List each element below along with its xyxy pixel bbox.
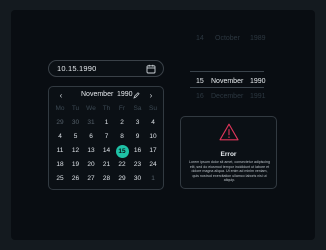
calendar-day[interactable]: 22: [115, 159, 129, 171]
calendar-day[interactable]: 1: [100, 117, 114, 129]
error-card: Error Lorem ipsum dolor sit amet, consec…: [180, 116, 277, 189]
calendar-day[interactable]: 12: [69, 145, 83, 157]
wheel-divider-top: [190, 71, 264, 72]
weekday-label: Sa: [133, 105, 142, 112]
pencil-icon[interactable]: [133, 91, 140, 99]
month-title[interactable]: November: [81, 91, 113, 98]
calendar-day[interactable]: 24: [146, 159, 160, 171]
calendar-day[interactable]: 4: [146, 117, 160, 129]
error-message: Lorem ipsum dolor sit amet, consectetur …: [189, 160, 270, 183]
calendar-day[interactable]: 6: [84, 131, 98, 143]
calendar-day[interactable]: 17: [146, 145, 160, 157]
weekday-label: Tu: [71, 105, 80, 112]
date-wheel-picker[interactable]: 14 October 1989 15 November 1990 16 Dece…: [190, 34, 270, 102]
calendar-day[interactable]: 27: [84, 173, 98, 185]
calendar-day[interactable]: 23: [131, 159, 145, 171]
next-month-button[interactable]: ›: [146, 90, 156, 101]
calendar-day[interactable]: 30: [131, 173, 145, 185]
calendar-day[interactable]: 30: [69, 117, 83, 129]
wheel-year: 1990: [250, 78, 266, 85]
calendar-day[interactable]: 5: [69, 131, 83, 143]
calendar-icon[interactable]: [146, 64, 156, 74]
year-title[interactable]: 1990: [117, 91, 133, 98]
calendar-day[interactable]: 29: [115, 173, 129, 185]
wheel-row-next[interactable]: 16 December 1991: [190, 92, 270, 102]
calendar-header: ‹ November 1990 ›: [49, 90, 163, 102]
wheel-row-prev[interactable]: 14 October 1989: [190, 34, 270, 44]
weekday-label: Mo: [55, 105, 65, 112]
weekday-label: We: [86, 105, 96, 112]
wheel-year: 1989: [250, 35, 266, 42]
calendar-day[interactable]: 3: [131, 117, 145, 129]
prev-month-button[interactable]: ‹: [56, 90, 66, 101]
calendar-day[interactable]: 11: [53, 145, 67, 157]
wheel-month: November: [211, 78, 244, 85]
calendar-day[interactable]: 26: [69, 173, 83, 185]
calendar-day[interactable]: 4: [53, 131, 67, 143]
wheel-year: 1991: [250, 93, 266, 100]
calendar-day[interactable]: 29: [53, 117, 67, 129]
calendar-day[interactable]: 21: [100, 159, 114, 171]
error-title: Error: [220, 151, 237, 158]
calendar-day-selected[interactable]: 15: [115, 145, 129, 158]
calendar-popup: ‹ November 1990 › Mo Tu We Th Fr Sa Su 29 30 31 1 2…: [48, 86, 164, 190]
calendar-day[interactable]: 2: [115, 117, 129, 129]
calendar-day[interactable]: 28: [100, 173, 114, 185]
calendar-day[interactable]: 8: [115, 131, 129, 143]
wheel-day: 15: [196, 78, 204, 85]
weekday-label: Th: [102, 105, 111, 112]
wheel-day: 16: [196, 93, 204, 100]
calendar-day[interactable]: 13: [84, 145, 98, 157]
calendar-day[interactable]: 14: [100, 145, 114, 157]
calendar-day[interactable]: 10: [146, 131, 160, 143]
calendar-day[interactable]: 16: [131, 145, 145, 157]
calendar-day[interactable]: 25: [53, 173, 67, 185]
wheel-day: 14: [196, 35, 204, 42]
wheel-row-selected[interactable]: 15 November 1990: [190, 77, 270, 87]
calendar-day[interactable]: 31: [84, 117, 98, 129]
date-field[interactable]: 10.15.1990: [48, 60, 164, 77]
calendar-day[interactable]: 18: [53, 159, 67, 171]
wheel-month: December: [211, 93, 244, 100]
calendar-day[interactable]: 19: [69, 159, 83, 171]
wheel-month: October: [215, 35, 240, 42]
calendar-day[interactable]: 1: [146, 173, 160, 185]
weekday-label: Su: [149, 105, 157, 112]
calendar-day[interactable]: 7: [100, 131, 114, 143]
calendar-day[interactable]: 9: [131, 131, 145, 143]
weekday-label: Fr: [118, 105, 126, 112]
calendar-day[interactable]: 20: [84, 159, 98, 171]
date-field-value: 10.15.1990: [57, 64, 97, 73]
wheel-divider-bottom: [190, 87, 264, 88]
warning-icon: [219, 123, 239, 141]
